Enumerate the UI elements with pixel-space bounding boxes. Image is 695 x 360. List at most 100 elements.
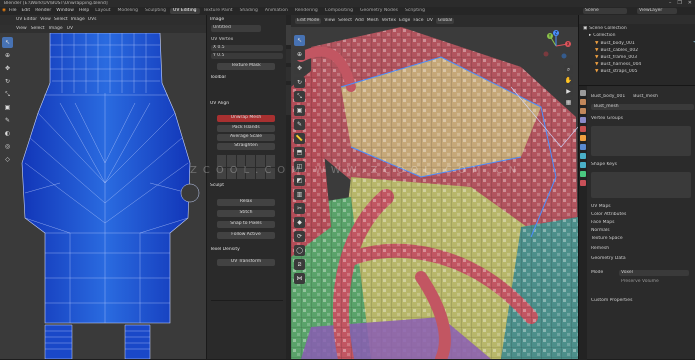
vp-transform-tool-icon[interactable]: ▣	[294, 105, 305, 116]
minimize-button[interactable]: –	[669, 0, 672, 6]
tab-rendering[interactable]: Rendering	[292, 8, 321, 14]
uv-menu-select[interactable]: Select	[54, 17, 68, 23]
section-geometry-data[interactable]: Geometry Data	[591, 256, 694, 262]
uv-editor[interactable]: UV Editor View Select Image UVs View Sel…	[0, 15, 206, 359]
vp-select-tool-icon[interactable]: ↖	[294, 35, 305, 46]
vp-menu-view[interactable]: View	[324, 18, 335, 24]
pinch-tool-icon[interactable]: ◇	[2, 154, 13, 165]
zoom-icon[interactable]: ⌕	[564, 65, 573, 74]
section-uv-align[interactable]: UV Align	[210, 101, 229, 107]
vp-menu-face[interactable]: Face	[413, 18, 423, 24]
uv-sub-view[interactable]: View	[16, 26, 27, 32]
vp-menu-vertex[interactable]: Vertex	[382, 18, 396, 24]
section-texel-density[interactable]: Texel Density	[210, 247, 240, 253]
section-normals[interactable]: Normals	[591, 228, 694, 234]
mesh-data-field[interactable]: Bust_mesh	[591, 104, 694, 110]
scene-props-icon[interactable]	[580, 117, 586, 123]
tab-sculpting[interactable]: Sculpting	[142, 8, 169, 14]
section-shape-keys[interactable]: Shape Keys	[591, 162, 694, 168]
relax-tool-icon[interactable]: ◎	[2, 141, 13, 152]
vp-menu-uv[interactable]: UV	[427, 18, 433, 24]
world-props-icon[interactable]	[580, 126, 586, 132]
camera-icon[interactable]: ▶	[564, 87, 573, 96]
tab-geometry-nodes[interactable]: Geometry Nodes	[357, 8, 401, 14]
rotate-tool-icon[interactable]: ↻	[2, 76, 13, 87]
view-layer-selector[interactable]: ViewLayer	[637, 8, 677, 14]
menu-render[interactable]: Render	[33, 8, 53, 14]
section-custom-properties[interactable]: Custom Properties	[591, 298, 694, 304]
uv-sub-select[interactable]: Select	[31, 26, 45, 32]
stitch-button[interactable]: Stitch	[217, 210, 275, 217]
vp-menu-add[interactable]: Add	[355, 18, 364, 24]
mesh-data-props-icon[interactable]	[580, 171, 586, 177]
outliner-scene-collection[interactable]: ▣ Scene Collection	[583, 26, 687, 32]
vp-annotate-tool-icon[interactable]: ✎	[294, 119, 305, 130]
vp-spin-tool-icon[interactable]: ⟳	[294, 231, 305, 242]
vp-rotate-tool-icon[interactable]: ↻	[294, 77, 305, 88]
vp-move-tool-icon[interactable]: ✥	[294, 63, 305, 74]
section-face-maps[interactable]: Face Maps	[591, 220, 694, 226]
grab-tool-icon[interactable]: ◐	[2, 128, 13, 139]
vertex-groups-list[interactable]	[591, 126, 691, 156]
render-props-icon[interactable]	[580, 99, 586, 105]
menu-window[interactable]: Window	[54, 8, 76, 14]
tab-layout[interactable]: Layout	[92, 8, 113, 14]
close-button[interactable]: ✕	[688, 0, 692, 6]
vp-scale-tool-icon[interactable]: ⤡	[294, 91, 305, 102]
move-tool-icon[interactable]: ✥	[2, 63, 13, 74]
pack-islands-button[interactable]: Pack Islands	[217, 125, 275, 132]
outliner-item[interactable]: ▸ Collection	[589, 33, 693, 39]
object-props-icon[interactable]	[580, 135, 586, 141]
cursor-tool-icon[interactable]: ⊕	[2, 50, 13, 61]
menu-file[interactable]: File	[7, 8, 19, 14]
outliner-item[interactable]: ▼ Bust_straps_005	[595, 69, 695, 75]
tab-texture-paint[interactable]: Texture Paint	[201, 8, 236, 14]
material-props-icon[interactable]	[580, 180, 586, 186]
tab-scripting[interactable]: Scripting	[402, 8, 428, 14]
vp-knife-tool-icon[interactable]: ✂	[294, 203, 305, 214]
uv-menu-uvs[interactable]: UVs	[88, 17, 97, 23]
navigation-gizmo[interactable]: X Y Z	[538, 30, 574, 62]
uv-layout-canvas[interactable]	[0, 33, 206, 359]
tab-animation[interactable]: Animation	[262, 8, 291, 14]
vp-smooth-tool-icon[interactable]: ◯	[294, 245, 305, 256]
snap-to-pixels-button[interactable]: Snap to Pixels	[217, 221, 275, 228]
vp-extrude-tool-icon[interactable]: ⬒	[294, 147, 305, 158]
tab-shading[interactable]: Shading	[237, 8, 261, 14]
uv-x-field[interactable]: X 0.5	[211, 45, 283, 51]
vp-bevel-tool-icon[interactable]: ◩	[294, 175, 305, 186]
vp-loopcut-tool-icon[interactable]: ▥	[294, 189, 305, 200]
follow-active-button[interactable]: Follow Active	[217, 232, 275, 239]
image-name-field[interactable]: Untitled	[211, 25, 261, 32]
uv-sub-uv[interactable]: UV	[67, 26, 73, 32]
output-props-icon[interactable]	[580, 108, 586, 114]
uv-transform-button[interactable]: UV Transform	[217, 259, 275, 266]
vp-cursor-tool-icon[interactable]: ⊕	[294, 49, 305, 60]
outliner-item[interactable]: ▼ Bust_body_001 🔧	[595, 41, 695, 47]
menu-help[interactable]: Help	[77, 8, 91, 14]
uv-sub-image[interactable]: Image	[49, 26, 63, 32]
modifier-props-icon[interactable]	[580, 144, 586, 150]
transform-orientation[interactable]: Global	[435, 18, 455, 24]
perspective-grid-icon[interactable]: ▦	[564, 98, 573, 107]
section-remesh[interactable]: Remesh	[591, 246, 694, 252]
tool-props-icon[interactable]	[580, 90, 586, 96]
relax-button[interactable]: Relax	[217, 199, 275, 206]
outliner-item[interactable]: ▼ Bust_cables_002	[595, 48, 695, 54]
vp-shear-tool-icon[interactable]: ⧄	[294, 259, 305, 270]
3d-viewport[interactable]: Edit Mode View Select Add Mesh Vertex Ed…	[291, 15, 578, 359]
scale-tool-icon[interactable]: ⤡	[2, 89, 13, 100]
section-texture-space[interactable]: Texture Space	[591, 236, 694, 242]
transform-tool-icon[interactable]: ▣	[2, 102, 13, 113]
section-uv-maps[interactable]: UV Maps	[591, 204, 694, 210]
outliner-item[interactable]: ▼ Bust_frame_003	[595, 55, 695, 61]
pan-hand-icon[interactable]: ✋	[564, 76, 573, 85]
average-scale-button[interactable]: Average Scale	[217, 134, 275, 141]
mode-selector[interactable]: Edit Mode	[295, 18, 322, 24]
tab-uv-editing[interactable]: UV Editing	[170, 8, 200, 14]
vp-rip-tool-icon[interactable]: ⋈	[294, 273, 305, 284]
menu-edit[interactable]: Edit	[19, 8, 32, 14]
physics-props-icon[interactable]	[580, 162, 586, 168]
section-vertex-groups[interactable]: Vertex Groups	[591, 116, 694, 122]
section-toolbar[interactable]: Toolbar	[210, 75, 226, 81]
